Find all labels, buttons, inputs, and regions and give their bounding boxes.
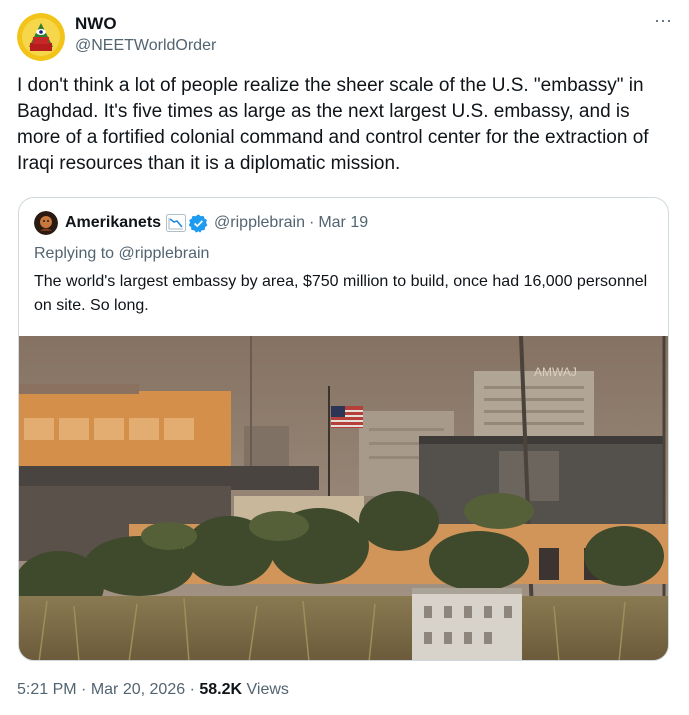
amwaj-sign: AMWAJ bbox=[534, 365, 577, 379]
quote-author-name[interactable]: Amerikanets bbox=[65, 214, 161, 232]
chart-decreasing-icon bbox=[166, 214, 187, 232]
reply-prefix: Replying to bbox=[34, 245, 119, 262]
eye-pyramid-avatar-icon bbox=[17, 13, 65, 61]
meta-separator-2: · bbox=[189, 681, 195, 698]
tweet-meta: 5:21 PM · Mar 20, 2026 · 58.2K Views bbox=[17, 681, 289, 699]
tweet-header: NWO @NEETWorldOrder ··· bbox=[17, 11, 672, 61]
quote-text: The world's largest embassy by area, $75… bbox=[34, 273, 648, 314]
meta-separator: · bbox=[81, 681, 87, 698]
quote-media-image[interactable]: AMWAJ bbox=[19, 336, 668, 660]
verified-badge-icon bbox=[189, 213, 208, 233]
author-avatar[interactable] bbox=[17, 13, 65, 61]
quote-avatar-image bbox=[34, 211, 58, 235]
author-name[interactable]: NWO bbox=[75, 14, 117, 34]
views-label: Views bbox=[246, 681, 289, 698]
reply-handle-link[interactable]: @ripplebrain bbox=[119, 245, 210, 262]
quoted-tweet[interactable]: Amerikanets @ripplebrain · Mar 19 Replyi… bbox=[18, 197, 669, 661]
tweet-text: I don't think a lot of people realize th… bbox=[17, 75, 649, 174]
views-count[interactable]: 58.2K bbox=[199, 681, 242, 698]
quote-date[interactable]: Mar 19 bbox=[318, 214, 368, 232]
quote-reply-context: Replying to @ripplebrain bbox=[34, 245, 209, 263]
quote-header: Amerikanets @ripplebrain · Mar 19 bbox=[34, 210, 368, 236]
tweet-date[interactable]: Mar 20, 2026 bbox=[91, 681, 185, 698]
quote-separator: · bbox=[309, 214, 315, 231]
more-options-icon[interactable]: ··· bbox=[654, 11, 672, 29]
author-handle[interactable]: @NEETWorldOrder bbox=[75, 37, 216, 55]
embassy-photo: AMWAJ bbox=[19, 336, 668, 660]
quote-author-avatar[interactable] bbox=[34, 211, 58, 235]
tweet-time[interactable]: 5:21 PM bbox=[17, 681, 77, 698]
quote-author-handle[interactable]: @ripplebrain bbox=[214, 214, 305, 232]
